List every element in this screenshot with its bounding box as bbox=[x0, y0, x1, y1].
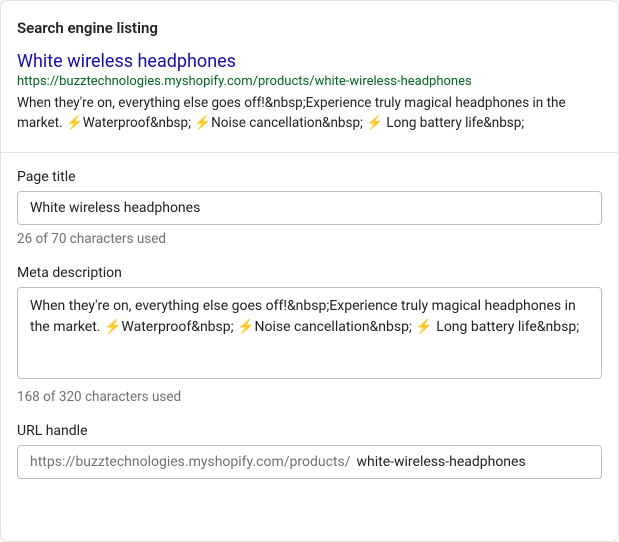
preview-description: When they're on, everything else goes of… bbox=[17, 93, 602, 134]
meta-description-input[interactable] bbox=[17, 287, 602, 379]
url-handle-wrapper[interactable]: https://buzztechnologies.myshopify.com/p… bbox=[17, 445, 602, 479]
preview-title: White wireless headphones bbox=[17, 51, 602, 72]
preview-url: https://buzztechnologies.myshopify.com/p… bbox=[17, 74, 602, 89]
section-title: Search engine listing bbox=[17, 19, 602, 37]
url-handle-prefix: https://buzztechnologies.myshopify.com/p… bbox=[30, 454, 350, 470]
url-handle-label: URL handle bbox=[17, 423, 602, 439]
meta-description-field: Meta description 168 of 320 characters u… bbox=[17, 265, 602, 405]
url-handle-input[interactable] bbox=[356, 454, 589, 470]
page-title-label: Page title bbox=[17, 169, 602, 185]
page-title-field: Page title 26 of 70 characters used bbox=[17, 169, 602, 247]
seo-listing-card: Search engine listing White wireless hea… bbox=[0, 0, 619, 542]
meta-description-label: Meta description bbox=[17, 265, 602, 281]
form-section: Page title 26 of 70 characters used Meta… bbox=[1, 153, 618, 497]
url-handle-field: URL handle https://buzztechnologies.mysh… bbox=[17, 423, 602, 479]
page-title-input[interactable] bbox=[17, 191, 602, 225]
search-preview: White wireless headphones https://buzzte… bbox=[1, 51, 618, 152]
page-title-char-count: 26 of 70 characters used bbox=[17, 231, 602, 247]
meta-description-char-count: 168 of 320 characters used bbox=[17, 389, 602, 405]
section-header: Search engine listing bbox=[1, 1, 618, 51]
